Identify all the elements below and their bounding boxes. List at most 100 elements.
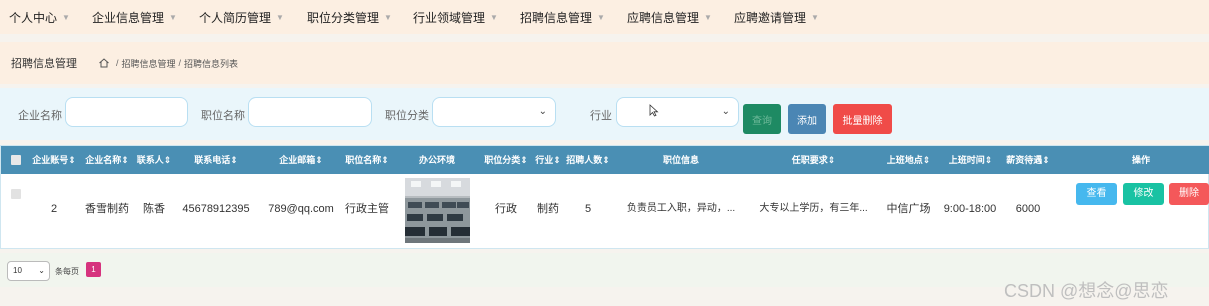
- header-position-info: 职位信息: [621, 146, 741, 174]
- cell-company: 香雪制药: [85, 203, 129, 215]
- select-all-checkbox[interactable]: [11, 155, 21, 165]
- cell-account: 2: [50, 203, 58, 215]
- cell-position: 行政主管: [345, 203, 389, 215]
- header-label: 操作: [1131, 155, 1150, 165]
- sort-icon: ⇕: [520, 155, 528, 165]
- breadcrumb-bar: 招聘信息管理 / 招聘信息管理 / 招聘信息列表: [0, 42, 1209, 84]
- header-label: 企业名称: [85, 155, 122, 165]
- chevron-down-icon: ⌄: [538, 106, 547, 117]
- nav-item-label: 应聘信息管理: [627, 10, 700, 25]
- chevron-down-icon: ⌄: [38, 266, 45, 275]
- office-environment-image[interactable]: [405, 178, 470, 243]
- sort-icon: ⇕: [827, 155, 836, 165]
- breadcrumb-item[interactable]: 招聘信息管理: [122, 57, 176, 70]
- header-location[interactable]: 上班地点⇕: [881, 146, 936, 174]
- header-salary[interactable]: 薪资待遇⇕: [1002, 146, 1054, 174]
- industry-label: 行业: [590, 110, 612, 122]
- header-label: 职位分类: [484, 155, 521, 165]
- nav-item-personal-center[interactable]: 个人中心 ▼: [5, 2, 74, 32]
- chevron-down-icon: ▼: [169, 12, 177, 22]
- sort-icon: ⇕: [315, 155, 323, 165]
- nav-item-industry[interactable]: 行业领域管理 ▼: [409, 2, 502, 32]
- position-name-input[interactable]: [248, 97, 372, 127]
- sort-icon: ⇕: [381, 155, 389, 165]
- chevron-down-icon: ⌄: [721, 106, 730, 117]
- header-label: 企业邮箱: [279, 155, 316, 165]
- cell-salary: 6000: [1015, 203, 1041, 215]
- page-size-select[interactable]: 10 ⌄: [7, 261, 50, 281]
- header-label: 招聘人数: [566, 155, 603, 165]
- chevron-down-icon: ▼: [276, 12, 284, 22]
- header-label: 行业: [535, 155, 554, 165]
- header-phone[interactable]: 联系电话⇕: [181, 146, 251, 174]
- nav-item-label: 招聘信息管理: [520, 10, 593, 25]
- header-requirement[interactable]: 任职要求⇕: [751, 146, 876, 174]
- edit-button[interactable]: 修改: [1123, 183, 1164, 205]
- company-name-input[interactable]: [65, 97, 188, 127]
- company-name-label: 企业名称: [18, 110, 62, 122]
- sort-icon: ⇕: [1042, 155, 1050, 165]
- header-account[interactable]: 企业账号⇕: [29, 146, 79, 174]
- header-company[interactable]: 企业名称⇕: [81, 146, 133, 174]
- cell-position-info: 负责员工入职，异动，...: [626, 203, 736, 214]
- header-contact[interactable]: 联系人⇕: [134, 146, 174, 174]
- home-icon[interactable]: [98, 57, 110, 69]
- sort-icon: ⇕: [121, 155, 129, 165]
- page-size-value: 10: [13, 266, 22, 275]
- chevron-down-icon: ▼: [597, 12, 605, 22]
- position-category-select[interactable]: ⌄: [432, 97, 556, 127]
- header-email[interactable]: 企业邮箱⇕: [266, 146, 336, 174]
- industry-select[interactable]: ⌄: [616, 97, 739, 127]
- breadcrumb-separator: /: [116, 58, 119, 68]
- batch-delete-button[interactable]: 批量删除: [833, 104, 892, 134]
- nav-item-company-info[interactable]: 企业信息管理 ▼: [88, 2, 181, 32]
- header-label: 联系人: [136, 155, 164, 165]
- sort-icon: ⇕: [230, 155, 238, 165]
- breadcrumb-separator: /: [178, 58, 182, 68]
- header-label: 上班地点: [886, 155, 923, 165]
- nav-item-position-category[interactable]: 职位分类管理 ▼: [303, 2, 396, 32]
- cell-headcount: 5: [584, 203, 592, 215]
- nav-item-resume[interactable]: 个人简历管理 ▼: [195, 2, 288, 32]
- sort-icon: ⇕: [68, 155, 76, 165]
- breadcrumb-item: 招聘信息列表: [184, 58, 239, 69]
- watermark: CSDN @想念@思恋: [1004, 281, 1169, 301]
- cell-email: 789@qq.com: [268, 203, 334, 215]
- header-category[interactable]: 职位分类⇕: [480, 146, 532, 174]
- sort-icon: ⇕: [163, 155, 172, 165]
- header-actions: 操作: [1111, 146, 1171, 174]
- chevron-down-icon: ▼: [62, 12, 70, 22]
- search-button[interactable]: 查询: [743, 104, 781, 134]
- nav-item-label: 个人中心: [9, 10, 58, 25]
- top-nav: 个人中心 ▼ 企业信息管理 ▼ 个人简历管理 ▼ 职位分类管理 ▼ 行业领域管理 ▼ 招聘…: [0, 0, 1209, 34]
- cell-phone: 45678912395: [182, 203, 250, 215]
- chevron-down-icon: ▼: [490, 12, 498, 22]
- cell-location: 中信广场: [886, 203, 931, 215]
- nav-item-label: 应聘邀请管理: [734, 10, 807, 25]
- header-position[interactable]: 职位名称⇕: [341, 146, 393, 174]
- header-hours[interactable]: 上班时间⇕: [943, 146, 998, 174]
- page-title: 招聘信息管理: [11, 58, 77, 70]
- cell-requirement: 大专以上学历，有三年...: [759, 203, 868, 214]
- batch-delete-button-label: 批量删除: [842, 115, 883, 127]
- cell-hours: 9:00-18:00: [943, 203, 997, 215]
- position-name-label: 职位名称: [201, 110, 245, 122]
- header-label: 职位信息: [662, 155, 699, 165]
- nav-item-invitation[interactable]: 应聘邀请管理 ▼: [730, 2, 823, 32]
- position-category-label: 职位分类: [385, 110, 429, 122]
- delete-button[interactable]: 删除: [1169, 183, 1209, 205]
- view-button[interactable]: 查看: [1076, 183, 1117, 205]
- page-button-current[interactable]: 1: [86, 262, 101, 277]
- header-label: 办公环境: [418, 155, 455, 165]
- search-button-label: 查询: [752, 115, 772, 127]
- add-button-label: 添加: [797, 115, 817, 127]
- add-button[interactable]: 添加: [788, 104, 826, 134]
- header-label: 任职要求: [791, 155, 828, 165]
- header-headcount[interactable]: 招聘人数⇕: [564, 146, 612, 174]
- nav-item-application[interactable]: 应聘信息管理 ▼: [623, 2, 716, 32]
- nav-item-label: 行业领域管理: [413, 10, 486, 25]
- nav-item-recruitment[interactable]: 招聘信息管理 ▼: [516, 2, 609, 32]
- header-industry[interactable]: 行业⇕: [533, 146, 563, 174]
- row-checkbox[interactable]: [11, 189, 21, 199]
- cell-category: 行政: [495, 203, 517, 215]
